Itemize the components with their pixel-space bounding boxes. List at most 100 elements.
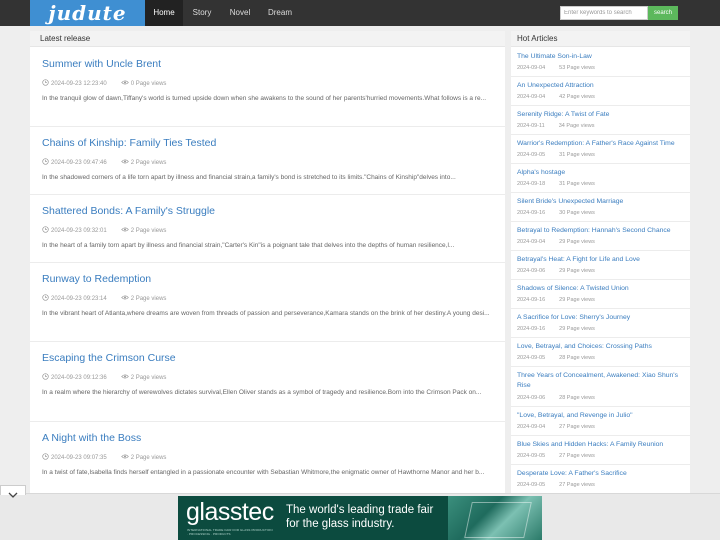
hot-article-views: 29 Page views xyxy=(559,326,595,332)
article-views: 2 Page views xyxy=(130,296,167,302)
ad-collapse-button[interactable] xyxy=(0,485,26,498)
article-date: 2024-09-23 09:07:35 xyxy=(51,455,107,461)
latest-release-panel: Latest release Summer with Uncle Brent 20… xyxy=(30,31,505,501)
hot-article-meta: 2024-09-18 31 Page views xyxy=(517,181,595,187)
article-title[interactable]: Summer with Uncle Brent xyxy=(42,58,161,70)
article-title[interactable]: Escaping the Crimson Curse xyxy=(42,352,176,364)
clock-icon xyxy=(42,79,49,86)
ad-headline: The world's leading trade fair for the g… xyxy=(286,504,434,530)
hot-article-title[interactable]: Serenity Ridge: A Twist of Fate xyxy=(517,110,689,120)
article-date: 2024-09-23 09:47:46 xyxy=(51,160,107,166)
hot-article-item: Love, Betrayal, and Choices: Crossing Pa… xyxy=(511,338,690,367)
eye-icon xyxy=(120,159,129,164)
hot-article-title[interactable]: Blue Skies and Hidden Hacks: A Family Re… xyxy=(517,440,689,450)
search-button[interactable]: search xyxy=(648,6,678,20)
nav-home[interactable]: Home xyxy=(145,0,183,26)
article-item: Shattered Bonds: A Family's Struggle 2024… xyxy=(30,195,505,263)
ad-tagline: INTERNATIONAL TRADE FAIR FOR GLASS PRODU… xyxy=(187,528,273,536)
article-summary: In the vibrant heart of Atlanta,where dr… xyxy=(42,310,490,317)
article-meta: 2024-09-23 09:07:35 2 Page views xyxy=(42,453,166,461)
hot-article-title[interactable]: "Love, Betrayal, and Revenge in Julio" xyxy=(517,411,689,421)
article-item: Summer with Uncle Brent 2024-09-23 12:23:… xyxy=(30,48,505,127)
hot-article-date: 2024-09-16 xyxy=(517,210,546,216)
site-logo[interactable]: judute xyxy=(30,0,145,26)
hot-article-views: 29 Page views xyxy=(559,268,595,274)
hot-article-meta: 2024-09-06 29 Page views xyxy=(517,268,595,274)
hot-article-views: 29 Page views xyxy=(559,297,595,303)
article-title[interactable]: Runway to Redemption xyxy=(42,273,151,285)
hot-article-views: 27 Page views xyxy=(559,424,595,430)
hot-article-title[interactable]: Warrior's Redemption: A Father's Race Ag… xyxy=(517,139,689,149)
hot-article-title[interactable]: Betrayal's Heat: A Fight for Life and Lo… xyxy=(517,255,689,265)
hot-article-meta: 2024-09-04 42 Page views xyxy=(517,94,595,100)
hot-article-views: 29 Page views xyxy=(559,239,595,245)
nav-novel[interactable]: Novel xyxy=(221,0,259,26)
article-date: 2024-09-23 12:23:40 xyxy=(51,81,107,87)
chevron-down-icon xyxy=(8,492,18,498)
article-title[interactable]: Shattered Bonds: A Family's Struggle xyxy=(42,205,215,217)
hot-article-title[interactable]: An Unexpected Attraction xyxy=(517,81,689,91)
article-title[interactable]: A Night with the Boss xyxy=(42,432,141,444)
hot-article-meta: 2024-09-11 34 Page views xyxy=(517,123,595,129)
article-views: 2 Page views xyxy=(130,160,167,166)
eye-icon xyxy=(120,227,129,232)
hot-article-meta: 2024-09-05 28 Page views xyxy=(517,355,595,361)
hot-article-meta: 2024-09-04 53 Page views xyxy=(517,65,595,71)
hot-article-title[interactable]: Love, Betrayal, and Choices: Crossing Pa… xyxy=(517,342,689,352)
clock-icon xyxy=(42,453,49,460)
article-views: 2 Page views xyxy=(130,228,167,234)
eye-icon xyxy=(120,374,129,379)
hot-article-meta: 2024-09-05 27 Page views xyxy=(517,453,595,459)
hot-article-date: 2024-09-11 xyxy=(517,123,545,129)
hot-article-date: 2024-09-05 xyxy=(517,482,546,488)
article-summary: In a twist of fate,Isabella finds hersel… xyxy=(42,469,485,476)
bottom-ad-bar: glasstec INTERNATIONAL TRADE FAIR FOR GL… xyxy=(0,485,720,540)
hot-article-date: 2024-09-16 xyxy=(517,297,546,303)
hot-article-date: 2024-09-18 xyxy=(517,181,546,187)
hot-article-title[interactable]: Shadows of Silence: A Twisted Union xyxy=(517,284,689,294)
search-input[interactable] xyxy=(560,6,648,20)
hot-articles-heading: Hot Articles xyxy=(511,31,690,47)
ad-brand: glasstec xyxy=(186,498,274,526)
clock-icon xyxy=(42,294,49,301)
hot-article-date: 2024-09-04 xyxy=(517,94,546,100)
latest-release-heading: Latest release xyxy=(30,31,505,47)
hot-article-meta: 2024-09-16 30 Page views xyxy=(517,210,595,216)
hot-article-title[interactable]: Desperate Love: A Father's Sacrifice xyxy=(517,469,689,479)
hot-article-title[interactable]: Three Years of Concealment, Awakened: Xi… xyxy=(517,371,689,391)
hot-article-meta: 2024-09-06 28 Page views xyxy=(517,395,595,401)
hot-article-item: Betrayal's Heat: A Fight for Life and Lo… xyxy=(511,251,690,280)
hot-article-date: 2024-09-04 xyxy=(517,239,546,245)
hot-article-item: Three Years of Concealment, Awakened: Xi… xyxy=(511,367,690,407)
article-views: 2 Page views xyxy=(130,375,167,381)
hot-article-date: 2024-09-05 xyxy=(517,355,546,361)
hot-article-views: 31 Page views xyxy=(559,152,595,158)
hot-article-views: 28 Page views xyxy=(559,355,595,361)
nav-dream[interactable]: Dream xyxy=(259,0,301,26)
hot-article-item: Silent Bride's Unexpected Marriage 2024-0… xyxy=(511,193,690,222)
hot-article-title[interactable]: Betrayal to Redemption: Hannah's Second … xyxy=(517,226,689,236)
hot-article-title[interactable]: The Ultimate Son-in-Law xyxy=(517,52,689,62)
hot-article-date: 2024-09-05 xyxy=(517,453,546,459)
hot-article-views: 27 Page views xyxy=(559,453,595,459)
hot-article-meta: 2024-09-04 27 Page views xyxy=(517,424,595,430)
clock-icon xyxy=(42,373,49,380)
article-meta: 2024-09-23 09:32:01 2 Page views xyxy=(42,226,166,234)
hot-article-views: 53 Page views xyxy=(559,65,595,71)
glasstec-ad-banner[interactable]: glasstec INTERNATIONAL TRADE FAIR FOR GL… xyxy=(178,496,542,540)
clock-icon xyxy=(42,226,49,233)
article-meta: 2024-09-23 09:23:14 2 Page views xyxy=(42,294,166,302)
nav-story[interactable]: Story xyxy=(183,0,221,26)
article-title[interactable]: Chains of Kinship: Family Ties Tested xyxy=(42,137,216,149)
hot-article-title[interactable]: Alpha's hostage xyxy=(517,168,689,178)
hot-article-title[interactable]: Silent Bride's Unexpected Marriage xyxy=(517,197,689,207)
article-meta: 2024-09-23 12:23:40 0 Page views xyxy=(42,79,166,87)
hot-article-item: Shadows of Silence: A Twisted Union 2024-… xyxy=(511,280,690,309)
ad-image-frame xyxy=(464,502,532,538)
article-summary: In the shadowed corners of a life torn a… xyxy=(42,174,456,181)
hot-article-title[interactable]: A Sacrifice for Love: Sherry's Journey xyxy=(517,313,689,323)
hot-article-meta: 2024-09-04 29 Page views xyxy=(517,239,595,245)
hot-article-date: 2024-09-05 xyxy=(517,152,546,158)
hot-articles-panel: Hot Articles The Ultimate Son-in-Law 2024… xyxy=(511,31,690,501)
article-item: Chains of Kinship: Family Ties Tested 202… xyxy=(30,127,505,195)
